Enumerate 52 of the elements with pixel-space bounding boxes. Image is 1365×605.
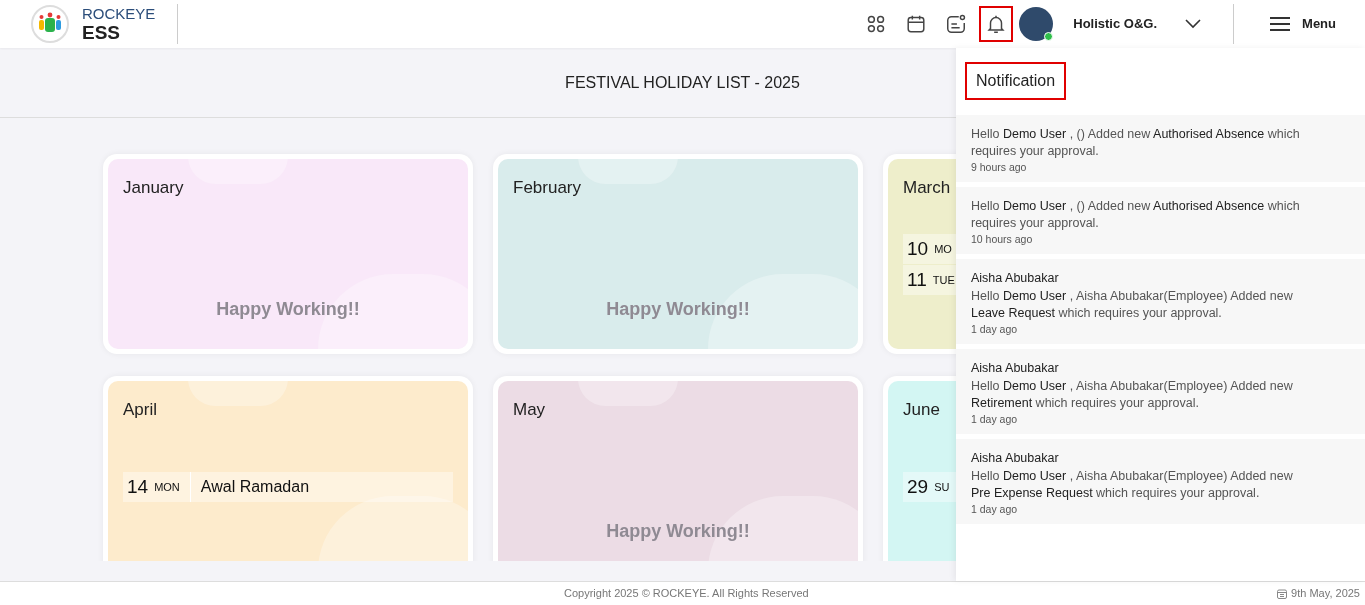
holiday-weekday: MO [934, 242, 952, 257]
current-date: 9th May, 2025 [1291, 586, 1360, 602]
notification-item[interactable]: Aisha Abubakar Hello Demo User , Aisha Abubakar(Employee) Added new Leave Request which requires your approval. 1 day ago [956, 259, 1365, 344]
notification-item[interactable]: Aisha Abubakar Hello Demo User , Aisha Abubakar(Employee) Added new Pre Expense Request which requires your approval. 1 day ago [956, 439, 1365, 524]
holiday-day: 14 [123, 472, 149, 501]
notification-message: Hello Demo User , Aisha Abubakar(Employee) Added new Pre Expense Request which requires your approval. [971, 468, 1294, 502]
month-name: January [123, 177, 185, 199]
logo-icon [30, 4, 70, 44]
notification-message: Hello Demo User , Aisha Abubakar(Employee) Added new Retirement which requires your approval. [971, 378, 1294, 412]
notification-sender: Aisha Abubakar [971, 450, 1060, 467]
notification-time: 1 day ago [971, 322, 1019, 336]
copyright-text: Copyright 2025 © ROCKEYE. All Rights Reserved [564, 586, 809, 602]
brand-subtitle: ESS [82, 23, 122, 42]
holiday-weekday: SU [934, 479, 950, 495]
empty-holiday-message: Happy Working!! [605, 520, 751, 543]
bell-button[interactable] [979, 6, 1014, 42]
notification-item[interactable]: Hello Demo User , () Added new Authorised Absence which requires your approval. 10 hours ago [956, 187, 1365, 254]
notification-time: 1 day ago [971, 502, 1019, 516]
chevron-down-icon [1185, 19, 1202, 29]
notification-sender: Aisha Abubakar [971, 270, 1060, 287]
notification-time: 1 day ago [971, 412, 1019, 426]
holiday-weekday: MON [154, 479, 180, 495]
empty-holiday-message: Happy Working!! [215, 298, 361, 321]
message-icon [945, 13, 968, 35]
month-name: March [903, 177, 952, 199]
notification-message: Hello Demo User , Aisha Abubakar(Employee) Added new Leave Request which requires your approval. [971, 288, 1294, 322]
notification-message: Hello Demo User , () Added new Authorised Absence which requires your approval. [971, 126, 1301, 160]
holiday-name: Awal Ramadan [200, 476, 310, 497]
month-name: June [903, 399, 941, 421]
empty-holiday-message: Happy Working!! [605, 298, 751, 321]
month-name: May [513, 399, 547, 421]
notification-title: Notification [965, 62, 1067, 100]
brand-name: ROCKEYE [82, 6, 156, 21]
calendar-icon [905, 13, 928, 35]
notification-item[interactable]: Hello Demo User , () Added new Authorised Absence which requires your approval. 9 hours ago [956, 115, 1365, 182]
menu-button[interactable]: Menu [1234, 14, 1365, 34]
notification-time: 9 hours ago [971, 160, 1028, 174]
user-dropdown[interactable]: Holistic O&G. [1073, 4, 1235, 44]
notification-item[interactable]: Aisha Abubakar Hello Demo User , Aisha Abubakar(Employee) Added new Retirement which requires your approval. 1 day ago [956, 349, 1365, 434]
month-name: April [123, 399, 158, 421]
holiday-day: 29 [903, 472, 929, 501]
menu-icon [1270, 17, 1291, 31]
notification-sender: Aisha Abubakar [971, 360, 1060, 377]
page-title: FESTIVAL HOLIDAY LIST - 2025 [565, 72, 800, 93]
notification-message: Hello Demo User , () Added new Authorised Absence which requires your approval. [971, 198, 1301, 232]
holiday-day: 10 [903, 235, 929, 264]
notification-time: 10 hours ago [971, 232, 1034, 246]
user-avatar[interactable] [1019, 7, 1054, 41]
month-name: February [513, 177, 583, 199]
holiday-weekday: TUE [932, 273, 955, 288]
calendar-icon [1277, 588, 1288, 599]
holiday-day: 11 [903, 266, 927, 295]
